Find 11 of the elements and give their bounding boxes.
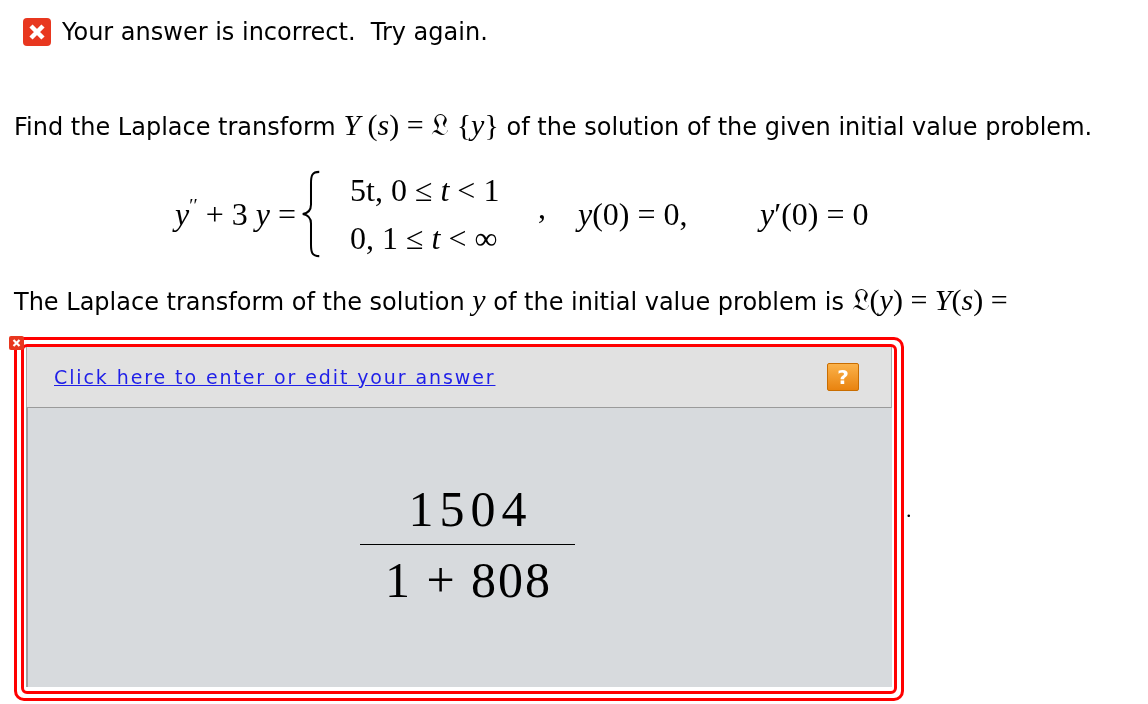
edit-answer-link[interactable]: Click here to enter or edit your answer — [54, 366, 496, 388]
trailing-period: . — [906, 497, 912, 523]
case-expression: 0, 1 ≤ t < ∞ — [350, 220, 498, 256]
answer-prompt-text: The Laplace transform of the solution y of the initial value problem is 𝔏(y) = Y(s) = — [14, 285, 1008, 317]
brace-icon — [300, 170, 322, 258]
numerator: 1504 — [407, 484, 533, 534]
separator-comma: , — [538, 189, 546, 225]
feedback-message: Your answer is incorrect. Try again. — [62, 18, 488, 46]
case-expression: 5t, 0 ≤ t < 1 — [350, 172, 500, 208]
question-text: Find the Laplace transform Y (s) = 𝔏 {y} of the solution of the given initial value problem. — [14, 110, 1093, 142]
denominator: 1 + 808 — [383, 555, 553, 605]
